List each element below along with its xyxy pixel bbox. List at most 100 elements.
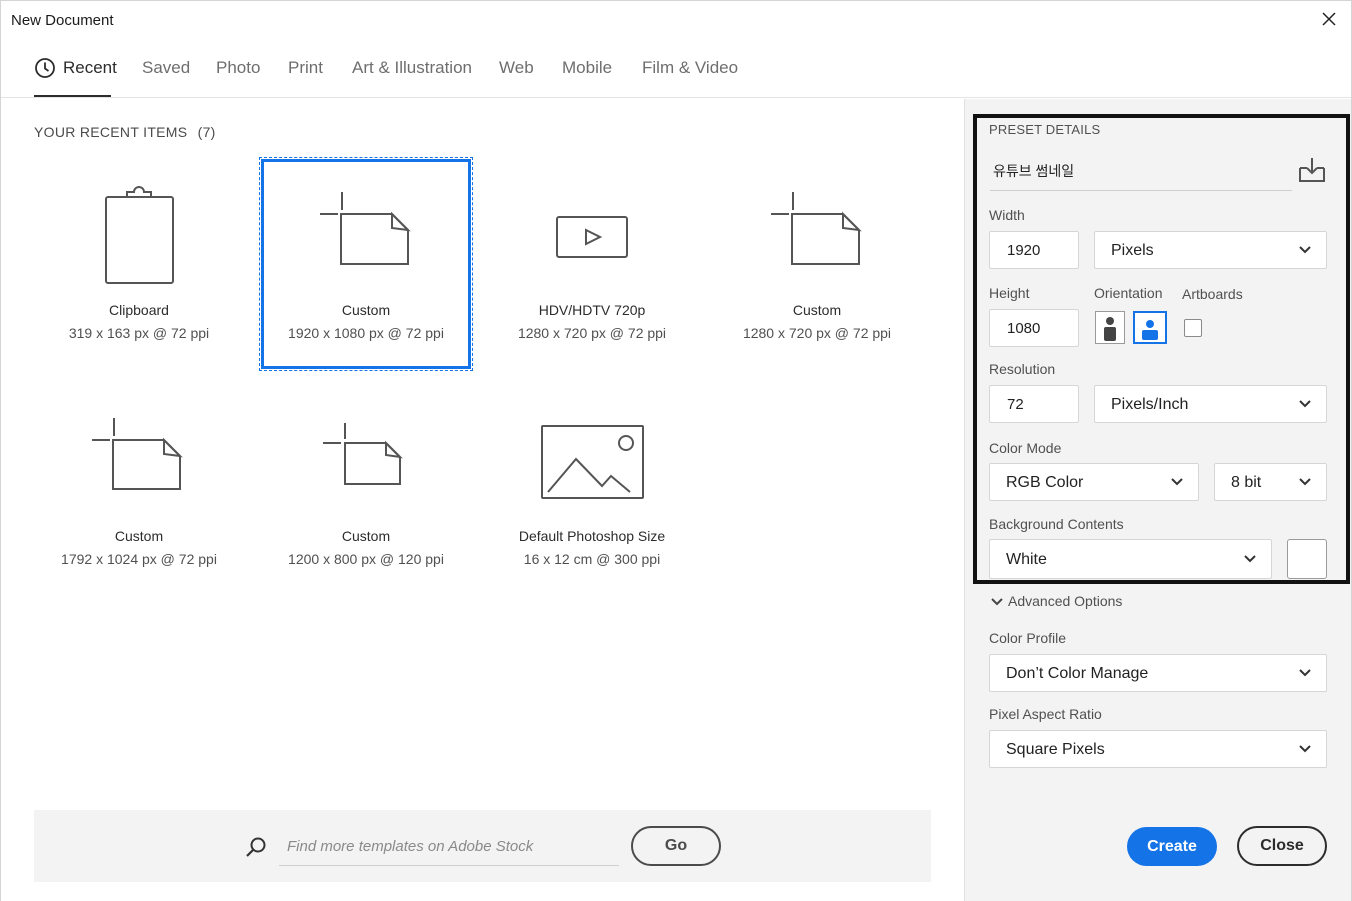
recent-item-hdv-720p[interactable]: HDV/HDTV 720p 1280 x 720 px @ 72 ppi	[487, 159, 697, 369]
background-contents-value: White	[1006, 551, 1047, 568]
color-profile-value: Don’t Color Manage	[1006, 665, 1149, 682]
item-meta: 1792 x 1024 px @ 72 ppi	[61, 551, 217, 567]
chevron-down-icon	[1299, 478, 1311, 486]
orientation-landscape-button[interactable]	[1133, 311, 1167, 344]
tab-web[interactable]: Web	[499, 58, 534, 78]
color-profile-label: Color Profile	[989, 630, 1067, 646]
recent-item-custom-1920[interactable]: Custom 1920 x 1080 px @ 72 ppi	[259, 157, 473, 371]
recent-count: (7)	[197, 124, 216, 140]
bit-depth-select[interactable]: 8 bit	[1214, 463, 1327, 501]
tab-mobile[interactable]: Mobile	[562, 58, 612, 78]
color-mode-value: RGB Color	[1006, 474, 1084, 491]
adobe-stock-search-bar: Find more templates on Adobe Stock Go	[34, 810, 931, 882]
landscape-icon	[1142, 320, 1158, 340]
artboards-checkbox[interactable]	[1184, 319, 1202, 337]
chevron-down-icon	[1299, 400, 1311, 408]
recent-heading-label: YOUR RECENT ITEMS	[34, 124, 188, 140]
background-color-swatch[interactable]	[1287, 539, 1327, 579]
color-profile-select[interactable]: Don’t Color Manage	[989, 654, 1327, 692]
item-meta: 1280 x 720 px @ 72 ppi	[742, 325, 892, 341]
preset-name-value: 유튜브 썸네일	[993, 163, 1075, 179]
chevron-down-icon	[1244, 555, 1256, 563]
create-button[interactable]: Create	[1127, 827, 1217, 866]
orientation-portrait-button[interactable]	[1095, 311, 1125, 344]
artboards-label: Artboards	[1182, 286, 1243, 302]
item-name: HDV/HDTV 720p	[538, 302, 646, 318]
document-icon	[323, 423, 403, 485]
bit-depth-value: 8 bit	[1231, 474, 1262, 491]
height-value: 1080	[1007, 320, 1041, 337]
recent-items-heading: YOUR RECENT ITEMS (7)	[34, 124, 216, 140]
pixel-aspect-ratio-select[interactable]: Square Pixels	[989, 730, 1327, 768]
recent-item-custom-1200[interactable]: Custom 1200 x 800 px @ 120 ppi	[261, 385, 471, 595]
resolution-unit-value: Pixels/Inch	[1111, 396, 1189, 413]
document-icon	[320, 192, 411, 265]
window-title: New Document	[11, 12, 114, 29]
color-mode-label: Color Mode	[989, 440, 1062, 456]
tab-saved[interactable]: Saved	[142, 58, 190, 78]
item-name: Custom	[114, 528, 164, 544]
search-icon	[246, 837, 266, 857]
color-mode-select[interactable]: RGB Color	[989, 463, 1199, 501]
save-preset-icon[interactable]	[1297, 156, 1327, 184]
chevron-down-icon	[1299, 669, 1311, 677]
recent-item-default-photoshop[interactable]: Default Photoshop Size 16 x 12 cm @ 300 …	[487, 385, 697, 595]
close-icon[interactable]	[1319, 9, 1339, 29]
video-icon	[556, 216, 628, 258]
height-label: Height	[989, 285, 1030, 301]
active-tab-indicator	[34, 95, 111, 97]
close-button[interactable]: Close	[1237, 826, 1327, 866]
preset-details-heading: PRESET DETAILS	[989, 122, 1101, 137]
item-meta: 319 x 163 px @ 72 ppi	[68, 325, 210, 341]
tab-art-illustration[interactable]: Art & Illustration	[352, 58, 472, 78]
item-name: Custom	[341, 528, 391, 544]
item-name: Clipboard	[109, 302, 169, 318]
resolution-unit-select[interactable]: Pixels/Inch	[1094, 385, 1327, 423]
title-bar: New Document	[1, 1, 1351, 39]
chevron-down-icon	[991, 598, 1003, 606]
chevron-down-icon	[1299, 745, 1311, 753]
chevron-down-icon	[1299, 246, 1311, 254]
stock-search-placeholder: Find more templates on Adobe Stock	[287, 838, 534, 855]
recent-item-clipboard[interactable]: Clipboard 319 x 163 px @ 72 ppi	[34, 159, 244, 369]
recent-item-custom-1792[interactable]: Custom 1792 x 1024 px @ 72 ppi	[34, 385, 244, 595]
chevron-down-icon	[1171, 478, 1183, 486]
stock-search-input[interactable]: Find more templates on Adobe Stock	[279, 828, 619, 866]
document-icon	[771, 192, 862, 265]
item-meta: 1920 x 1080 px @ 72 ppi	[288, 325, 444, 341]
width-unit-select[interactable]: Pixels	[1094, 231, 1327, 269]
recent-items-panel: YOUR RECENT ITEMS (7) Clipboard 319 x 16…	[1, 99, 964, 901]
document-icon	[92, 418, 183, 490]
pixel-aspect-ratio-value: Square Pixels	[1006, 741, 1105, 758]
preset-name-field[interactable]: 유튜브 썸네일	[990, 149, 1292, 191]
tab-photo[interactable]: Photo	[216, 58, 260, 78]
resolution-input[interactable]: 72	[989, 385, 1079, 423]
tab-print[interactable]: Print	[288, 58, 323, 78]
recent-item-custom-1280[interactable]: Custom 1280 x 720 px @ 72 ppi	[712, 159, 922, 369]
advanced-options-label: Advanced Options	[1008, 593, 1123, 609]
background-contents-select[interactable]: White	[989, 539, 1272, 579]
width-value: 1920	[1007, 242, 1041, 259]
width-input[interactable]: 1920	[989, 231, 1079, 269]
item-meta: 1200 x 800 px @ 120 ppi	[288, 551, 444, 567]
tab-film-video[interactable]: Film & Video	[642, 58, 738, 78]
clipboard-icon	[105, 186, 174, 284]
advanced-options-toggle[interactable]: Advanced Options	[990, 593, 1122, 609]
portrait-icon	[1104, 317, 1116, 341]
item-name: Default Photoshop Size	[518, 528, 666, 544]
resolution-label: Resolution	[989, 361, 1056, 377]
resolution-value: 72	[1007, 396, 1024, 413]
pixel-aspect-ratio-label: Pixel Aspect Ratio	[989, 706, 1102, 722]
item-name: Custom	[341, 302, 391, 318]
go-button[interactable]: Go	[631, 826, 721, 866]
image-icon	[541, 425, 644, 499]
clock-icon	[35, 58, 55, 78]
width-label: Width	[989, 207, 1025, 223]
width-unit-value: Pixels	[1111, 242, 1154, 259]
category-tabs: Recent Saved Photo Print Art & Illustrat…	[1, 39, 1351, 98]
height-input[interactable]: 1080	[989, 309, 1079, 347]
tab-recent[interactable]: Recent	[63, 58, 117, 78]
orientation-label: Orientation	[1094, 285, 1163, 301]
new-document-dialog: New Document Recent Saved Photo Print Ar…	[0, 0, 1352, 901]
item-name: Custom	[792, 302, 842, 318]
